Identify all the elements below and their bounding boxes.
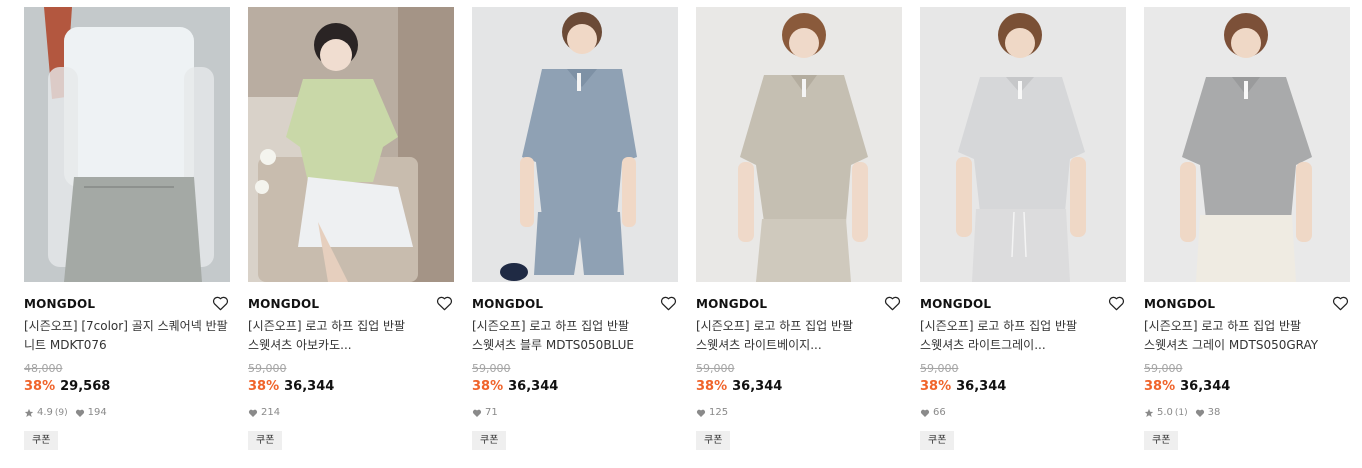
discount-rate: 38% xyxy=(920,379,952,394)
original-price: 48,000 xyxy=(24,362,63,375)
discount-rate: 38% xyxy=(472,379,504,394)
heart-icon xyxy=(472,409,482,417)
product-stats: 214 xyxy=(248,406,287,420)
coupon-badge: 쿠폰 xyxy=(1144,431,1179,450)
brand-name[interactable]: MONGDOL xyxy=(1144,296,1215,312)
product-card[interactable]: MONGDOL [시즌오프] 로고 하프 집업 반팔 스웻셔츠 라이트그레이..… xyxy=(920,0,1126,468)
product-card[interactable]: MONGDOL [시즌오프] 로고 하프 집업 반팔 스웻셔츠 블루 MDTS0… xyxy=(472,0,678,468)
price-row: 38% 29,568 xyxy=(24,378,110,396)
sale-price: 36,344 xyxy=(508,379,559,394)
wishlist-heart-icon[interactable] xyxy=(882,293,902,313)
price-row: 38% 36,344 xyxy=(920,378,1006,396)
original-price: 59,000 xyxy=(696,362,735,375)
product-stats: 125 xyxy=(696,406,735,420)
review-count: (1) xyxy=(1174,408,1188,418)
sale-price: 36,344 xyxy=(956,379,1007,394)
coupon-badge: 쿠폰 xyxy=(24,431,59,450)
product-card[interactable]: MONGDOL [시즌오프] 로고 하프 집업 반팔 스웻셔츠 아보카도... … xyxy=(248,0,454,468)
like-count: 38 xyxy=(1207,407,1221,418)
original-price: 59,000 xyxy=(920,362,959,375)
brand-name[interactable]: MONGDOL xyxy=(24,296,95,312)
heart-icon xyxy=(696,409,706,417)
wishlist-heart-icon[interactable] xyxy=(1330,293,1350,313)
product-image[interactable] xyxy=(472,7,678,282)
product-card[interactable]: MONGDOL [시즌오프] 로고 하프 집업 반팔 스웻셔츠 라이트베이지..… xyxy=(696,0,902,468)
product-card[interactable]: MONGDOL [시즌오프] [7color] 골지 스퀘어넥 반팔 니트 MD… xyxy=(24,0,230,468)
coupon-badge: 쿠폰 xyxy=(920,431,955,450)
price-row: 38% 36,344 xyxy=(1144,378,1230,396)
product-image[interactable] xyxy=(696,7,902,282)
brand-name[interactable]: MONGDOL xyxy=(920,296,991,312)
product-title[interactable]: [시즌오프] 로고 하프 집업 반팔 스웻셔츠 라이트베이지... xyxy=(696,317,902,355)
discount-rate: 38% xyxy=(1144,379,1176,394)
product-image[interactable] xyxy=(920,7,1126,282)
product-title[interactable]: [시즌오프] 로고 하프 집업 반팔 스웻셔츠 아보카도... xyxy=(248,317,454,355)
like-count: 214 xyxy=(261,407,281,418)
original-price: 59,000 xyxy=(1144,362,1183,375)
star-icon xyxy=(1144,408,1154,417)
wishlist-heart-icon[interactable] xyxy=(658,293,678,313)
original-price: 59,000 xyxy=(472,362,511,375)
rating-value: 4.9 xyxy=(37,407,53,418)
product-grid: MONGDOL [시즌오프] [7color] 골지 스퀘어넥 반팔 니트 MD… xyxy=(0,0,1362,468)
wishlist-heart-icon[interactable] xyxy=(434,293,454,313)
like-count: 125 xyxy=(709,407,729,418)
product-stats: 71 xyxy=(472,406,505,420)
product-stats: 66 xyxy=(920,406,953,420)
product-image[interactable] xyxy=(248,7,454,282)
review-count: (9) xyxy=(54,408,68,418)
heart-icon xyxy=(248,409,258,417)
brand-name[interactable]: MONGDOL xyxy=(248,296,319,312)
like-count: 194 xyxy=(87,407,107,418)
discount-rate: 38% xyxy=(696,379,728,394)
product-title[interactable]: [시즌오프] 로고 하프 집업 반팔 스웻셔츠 라이트그레이... xyxy=(920,317,1126,355)
heart-icon xyxy=(75,409,84,417)
coupon-badge: 쿠폰 xyxy=(248,431,283,450)
price-row: 38% 36,344 xyxy=(248,378,334,396)
product-card[interactable]: MONGDOL [시즌오프] 로고 하프 집업 반팔 스웻셔츠 그레이 MDTS… xyxy=(1144,0,1350,468)
product-image[interactable] xyxy=(1144,7,1350,282)
price-row: 38% 36,344 xyxy=(696,378,782,396)
sale-price: 29,568 xyxy=(60,379,111,394)
product-stats: 5.0 (1) 38 xyxy=(1144,406,1227,420)
sale-price: 36,344 xyxy=(284,379,335,394)
product-image[interactable] xyxy=(24,7,230,282)
rating-value: 5.0 xyxy=(1157,407,1173,418)
original-price: 59,000 xyxy=(248,362,287,375)
product-title[interactable]: [시즌오프] 로고 하프 집업 반팔 스웻셔츠 블루 MDTS050BLUE xyxy=(472,317,678,355)
coupon-badge: 쿠폰 xyxy=(472,431,507,450)
price-row: 38% 36,344 xyxy=(472,378,558,396)
brand-name[interactable]: MONGDOL xyxy=(696,296,767,312)
coupon-badge: 쿠폰 xyxy=(696,431,731,450)
discount-rate: 38% xyxy=(24,379,56,394)
like-count: 66 xyxy=(933,407,946,418)
wishlist-heart-icon[interactable] xyxy=(210,293,230,313)
sale-price: 36,344 xyxy=(732,379,783,394)
product-stats: 4.9 (9) 194 xyxy=(24,406,114,420)
brand-name[interactable]: MONGDOL xyxy=(472,296,543,312)
sale-price: 36,344 xyxy=(1180,379,1231,394)
like-count: 71 xyxy=(485,407,498,418)
star-icon xyxy=(24,408,34,417)
product-title[interactable]: [시즌오프] 로고 하프 집업 반팔 스웻셔츠 그레이 MDTS050GRAY xyxy=(1144,317,1350,355)
heart-icon xyxy=(1195,409,1204,417)
product-title[interactable]: [시즌오프] [7color] 골지 스퀘어넥 반팔 니트 MDKT076 xyxy=(24,317,230,355)
heart-icon xyxy=(920,409,930,417)
discount-rate: 38% xyxy=(248,379,280,394)
wishlist-heart-icon[interactable] xyxy=(1106,293,1126,313)
